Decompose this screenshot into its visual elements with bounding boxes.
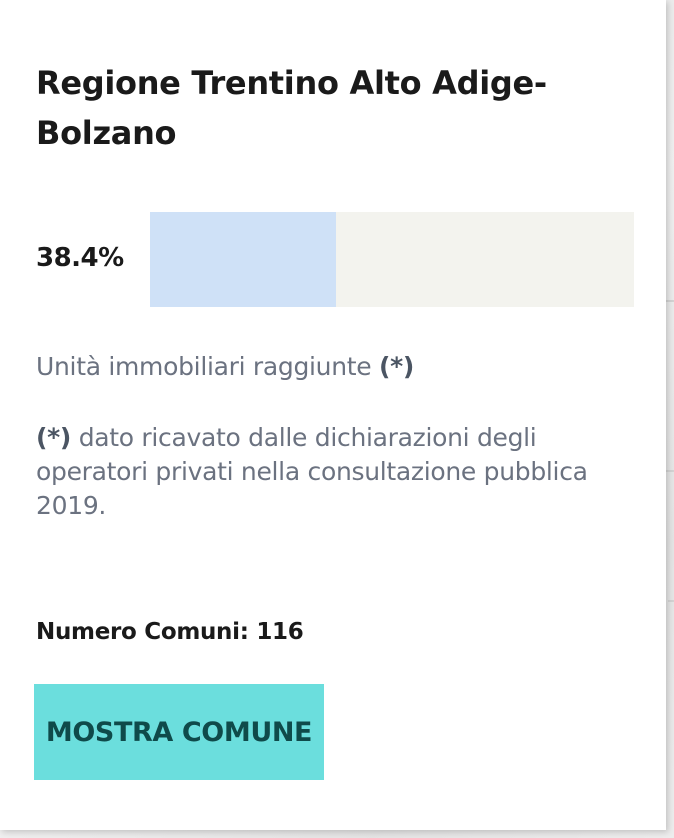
- footnote-text: dato ricavato dalle dichiarazioni degli …: [36, 423, 588, 520]
- map-road: [668, 600, 674, 602]
- map-road: [665, 470, 674, 472]
- municipalities-count: Numero Comuni: 116: [36, 619, 304, 645]
- coverage-caption-text: Unità immobiliari raggiunte: [36, 352, 372, 381]
- coverage-progress-fill: [150, 212, 336, 307]
- footnote: (*) dato ricavato dalle dichiarazioni de…: [36, 421, 636, 523]
- region-title: Regione Trentino Alto Adige-Bolzano: [36, 64, 547, 152]
- show-municipality-button[interactable]: MOSTRA COMUNE: [34, 684, 324, 780]
- coverage-percent: 38.4%: [36, 243, 124, 273]
- coverage-progress-bar: [150, 212, 634, 307]
- footnote-marker: (*): [36, 423, 72, 452]
- coverage-caption: Unità immobiliari raggiunte (*): [36, 352, 414, 381]
- caption-footnote-marker: (*): [379, 352, 415, 381]
- region-info-popup: Regione Trentino Alto Adige-Bolzano 38.4…: [0, 0, 666, 830]
